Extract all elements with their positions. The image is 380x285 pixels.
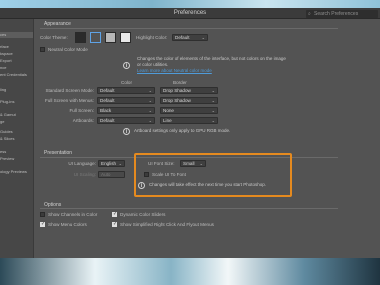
neutral-learn-more-link[interactable]: Learn more about Neutral color mode [137, 68, 212, 74]
standard-screen-color-value: Default [100, 88, 115, 93]
neutral-color-mode-checkbox[interactable] [40, 47, 45, 52]
ui-font-size-label: UI Font Size: [148, 161, 175, 166]
color-column-header: Color [121, 80, 132, 85]
info-icon: i [123, 128, 130, 135]
highlight-color-value: Default [175, 35, 190, 40]
search-icon: ⌕ [308, 11, 311, 17]
background-image-bottom [0, 258, 380, 285]
sidebar-item-export[interactable]: Export [0, 58, 12, 63]
chevron-down-icon: ⌄ [148, 108, 152, 113]
background-image-top [0, 0, 380, 8]
sidebar-item-preview[interactable]: Preview [0, 156, 14, 161]
standard-screen-color-select[interactable]: Default ⌄ [97, 87, 155, 94]
sidebar: ces rface kspace Export nce ent Credenti… [0, 19, 34, 258]
search-field[interactable]: ⌕ Search Preferences [306, 10, 378, 18]
full-screen-color-value: Black [100, 108, 112, 113]
chevron-down-icon: ⌄ [148, 88, 152, 93]
sidebar-item-3d[interactable]: ess [0, 149, 6, 154]
theme-swatch-lightest[interactable] [120, 32, 131, 43]
standard-screen-border-select[interactable]: Drop Shadow ⌄ [160, 87, 218, 94]
ui-language-select[interactable]: English ⌄ [98, 160, 125, 167]
full-screen-border-value: None [163, 108, 174, 113]
sidebar-item-interface[interactable]: ces [0, 32, 33, 38]
sidebar-item-tools[interactable]: kspace [0, 51, 13, 56]
ui-font-size-value: Small [183, 161, 195, 166]
artboards-color-value: Default [100, 118, 115, 123]
full-screen-menus-color-value: Default [100, 98, 115, 103]
ui-scaling-value: Auto [101, 172, 111, 177]
theme-swatch-dark[interactable] [90, 32, 101, 43]
full-screen-color-select[interactable]: Black ⌄ [97, 107, 155, 114]
dynamic-sliders-label: Dynamic Color Sliders [120, 212, 166, 217]
ui-scaling-select[interactable]: Auto [98, 171, 125, 178]
dynamic-sliders-checkbox[interactable] [112, 211, 117, 217]
chevron-down-icon: ⌄ [118, 161, 122, 166]
show-simplified-menus-checkbox[interactable] [112, 221, 117, 227]
appearance-header: Appearance [44, 21, 71, 27]
options-divider [40, 208, 338, 209]
chevron-down-icon: ⌄ [199, 161, 203, 166]
highlight-color-label: Highlight Color: [136, 35, 168, 40]
full-screen-menus-border-value: Drop Shadow [163, 98, 191, 103]
chevron-down-icon: ⌄ [148, 118, 152, 123]
chevron-down-icon: ⌄ [201, 35, 205, 40]
scale-ui-to-font-checkbox[interactable] [144, 172, 149, 177]
ui-scaling-label: UI Scaling: [73, 172, 96, 177]
sidebar-item-guides[interactable]: Guides [0, 129, 13, 134]
sidebar-item-transparency[interactable]: & Gamut [0, 112, 16, 117]
standard-screen-label: Standard Screen Mode: [45, 88, 94, 93]
ui-language-label: UI Language: [68, 161, 96, 166]
full-screen-menus-color-select[interactable]: Default ⌄ [97, 97, 155, 104]
show-menu-colors-label: Show Menu Colors [48, 222, 87, 227]
standard-screen-border-value: Drop Shadow [163, 88, 191, 93]
artboards-color-select[interactable]: Default ⌄ [97, 117, 155, 124]
chevron-down-icon: ⌄ [211, 98, 215, 103]
sidebar-item-file-handling[interactable]: ling [0, 87, 6, 92]
theme-swatch-light[interactable] [105, 32, 116, 43]
theme-swatch-darkest[interactable] [75, 32, 86, 43]
sidebar-item-tech-previews[interactable]: ology Previews [0, 169, 27, 174]
show-simplified-menus-label: Show Simplified Right Click And Flyout M… [120, 222, 214, 227]
color-theme-label: Color Theme: [40, 35, 68, 40]
presentation-header: Presentation [44, 150, 73, 156]
highlight-color-select[interactable]: Default ⌄ [172, 34, 208, 41]
restart-note: Changes will take effect the next time y… [149, 182, 266, 187]
scale-ui-to-font-label: Scale UI To Font [152, 172, 186, 177]
window-title: Preferences [173, 10, 207, 16]
show-menu-colors-checkbox[interactable] [40, 221, 45, 227]
sidebar-item-credentials[interactable]: ent Credentials [0, 72, 27, 77]
chevron-down-icon: ⌄ [211, 108, 215, 113]
full-screen-menus-label: Full Screen with Menus: [44, 98, 94, 103]
show-channels-label: Show Channels in Color [48, 212, 98, 217]
artboard-note: Artboard settings only apply to GPU RGB … [134, 128, 231, 133]
info-icon: i [123, 62, 130, 69]
full-screen-menus-border-select[interactable]: Drop Shadow ⌄ [160, 97, 218, 104]
sidebar-item-slices[interactable]: & Slices [0, 136, 14, 141]
search-placeholder: Search Preferences [314, 11, 359, 17]
artboards-label: Artboards: [72, 118, 94, 123]
full-screen-border-select[interactable]: None ⌄ [160, 107, 218, 114]
show-channels-checkbox[interactable] [40, 212, 45, 217]
neutral-color-mode-label: Neutral Color Mode [48, 47, 88, 52]
artboards-border-value: Line [163, 118, 172, 123]
border-column-header: Border [173, 80, 187, 85]
full-screen-label: Full Screen: [69, 108, 94, 113]
sidebar-item-plugins[interactable]: Plug-ins [0, 99, 14, 104]
sidebar-item-workspace[interactable]: rface [0, 44, 9, 49]
neutral-info-text: Changes the color of elements of the int… [137, 56, 286, 67]
ui-language-value: English [101, 161, 117, 166]
sidebar-item-performance[interactable]: nce [0, 65, 6, 70]
chevron-down-icon: ⌄ [148, 98, 152, 103]
chevron-down-icon: ⌄ [211, 88, 215, 93]
info-icon: i [138, 182, 145, 189]
ui-font-size-select[interactable]: Small ⌄ [180, 160, 206, 167]
sidebar-item-units[interactable]: ge [0, 119, 4, 124]
appearance-divider [40, 28, 338, 29]
artboards-border-select[interactable]: Line ⌄ [160, 117, 218, 124]
chevron-down-icon: ⌄ [211, 118, 215, 123]
